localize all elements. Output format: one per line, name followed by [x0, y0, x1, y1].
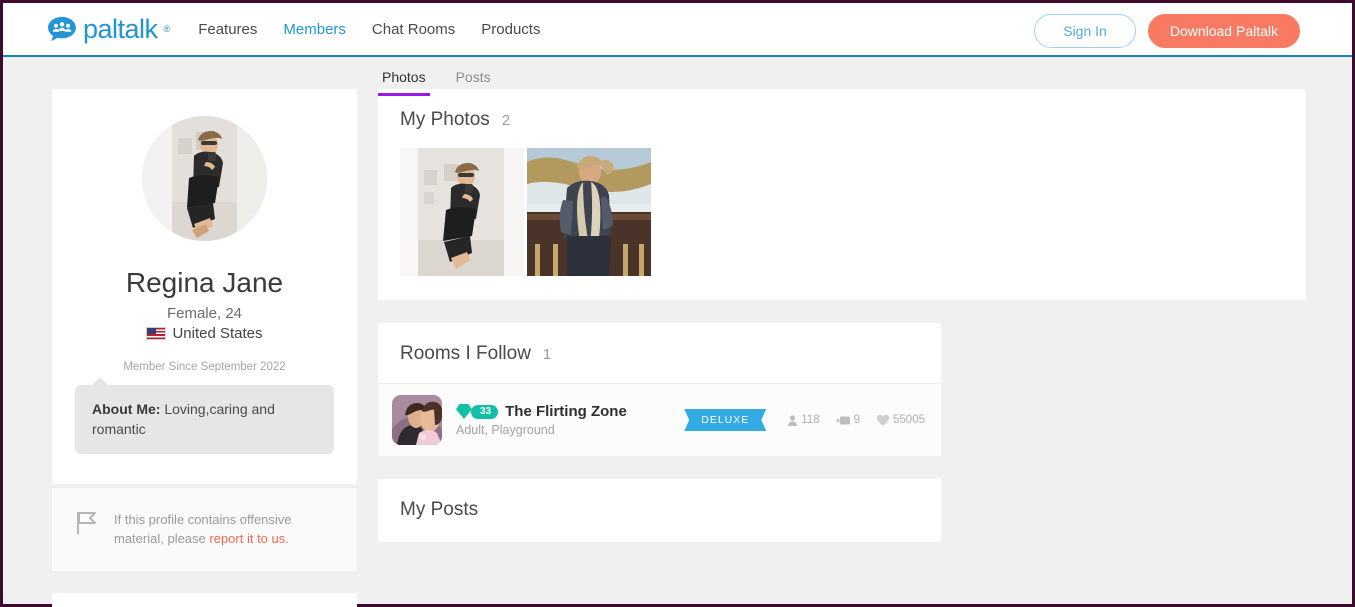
tab-photos[interactable]: Photos	[378, 65, 430, 96]
my-photos-card: My Photos 2	[378, 89, 1306, 300]
video-camera-icon	[836, 416, 850, 425]
profile-name: Regina Jane	[125, 267, 284, 298]
profile-country-label: United States	[172, 325, 263, 342]
photo-2-image	[527, 148, 651, 276]
report-profile-card: If this profile contains offensive mater…	[52, 486, 357, 571]
room-category: Adult, Playground	[456, 423, 555, 437]
nav-link-products[interactable]: Products	[481, 21, 540, 38]
photo-1-image	[400, 148, 524, 276]
report-it-to-us-link[interactable]: report it to us	[209, 531, 285, 546]
nav-link-members[interactable]: Members	[283, 21, 346, 38]
photo-thumbnail[interactable]	[527, 148, 651, 276]
about-me-bubble: About Me: Loving,caring and romantic	[75, 377, 334, 454]
profile-gender-age: Female, 24	[166, 305, 243, 322]
tab-posts[interactable]: Posts	[452, 65, 495, 96]
avatar-photo	[142, 116, 267, 241]
photo-thumbnail-strip	[378, 131, 1306, 300]
main-content: My Photos 2 Rooms I Follow 1 33 The Flir…	[378, 89, 1306, 542]
deluxe-badge: DELUXE	[684, 409, 767, 431]
room-thumbnail-image	[392, 395, 442, 445]
main-nav: Features Members Chat Rooms Products	[198, 21, 540, 38]
report-text-after: .	[285, 531, 289, 547]
rooms-i-follow-count: 1	[542, 346, 552, 363]
heart-icon	[877, 414, 890, 426]
room-title-line: 33 The Flirting Zone	[456, 403, 684, 420]
sidebar-next-card	[52, 592, 357, 607]
profile-sidebar: Regina Jane Female, 24 United States Mem…	[52, 89, 357, 607]
us-flag-icon	[146, 327, 167, 340]
photo-thumbnail[interactable]	[400, 148, 524, 276]
nav-link-chat-rooms[interactable]: Chat Rooms	[372, 21, 455, 38]
profile-card: Regina Jane Female, 24 United States Mem…	[52, 89, 357, 484]
about-me-label: About Me:	[92, 401, 161, 417]
room-info: 33 The Flirting Zone Adult, Playground	[456, 403, 684, 437]
registered-mark: ®	[163, 24, 171, 34]
member-since-label: Member Since September 2022	[123, 361, 286, 373]
report-text: If this profile contains offensive mater…	[114, 510, 337, 549]
room-videos-stat: 9	[836, 414, 861, 426]
gem-level-badge: 33	[456, 404, 499, 419]
top-navigation-bar: paltalk ® Features Members Chat Rooms Pr…	[3, 3, 1352, 57]
about-me-container: About Me: Loving,caring and romantic	[52, 373, 357, 484]
person-icon	[788, 414, 798, 426]
my-posts-card: My Posts	[378, 479, 941, 542]
paltalk-speech-bubble-icon	[47, 16, 77, 42]
my-photos-header: My Photos 2	[378, 109, 1306, 131]
my-posts-title: My Posts	[400, 499, 479, 520]
room-hearts-count: 55005	[893, 414, 925, 426]
profile-tabs: Photos Posts	[378, 65, 495, 96]
download-paltalk-button[interactable]: Download Paltalk	[1147, 14, 1300, 48]
rooms-i-follow-header: Rooms I Follow 1	[378, 323, 941, 384]
rooms-i-follow-card: Rooms I Follow 1 33 The Flirting Zone Ad…	[378, 323, 941, 456]
room-hearts-stat: 55005	[877, 414, 925, 426]
flag-icon	[74, 510, 100, 536]
my-photos-count: 2	[501, 112, 511, 129]
room-users-count: 118	[801, 414, 820, 426]
room-name[interactable]: The Flirting Zone	[505, 403, 627, 420]
header-actions: Sign In Download Paltalk	[1034, 14, 1300, 48]
rooms-i-follow-title: Rooms I Follow	[400, 343, 531, 364]
my-photos-title: My Photos	[400, 109, 490, 130]
room-stats: 118 9 55005	[788, 414, 925, 426]
avatar[interactable]	[142, 116, 267, 241]
paltalk-logo[interactable]: paltalk ®	[47, 13, 171, 44]
room-thumbnail	[392, 395, 442, 445]
profile-country-row: United States	[52, 325, 357, 342]
room-list-item[interactable]: 33 The Flirting Zone Adult, Playground D…	[378, 384, 941, 456]
room-videos-count: 9	[853, 414, 861, 426]
sign-in-button[interactable]: Sign In	[1034, 14, 1136, 48]
logo-wordmark: paltalk	[83, 13, 158, 44]
gem-level-value: 33	[471, 404, 499, 419]
page-body: Photos Posts Regina Jane Female, 24 Unit…	[3, 57, 1352, 607]
avatar-container	[52, 116, 357, 241]
nav-link-features[interactable]: Features	[198, 21, 257, 38]
room-users-stat: 118	[788, 414, 820, 426]
